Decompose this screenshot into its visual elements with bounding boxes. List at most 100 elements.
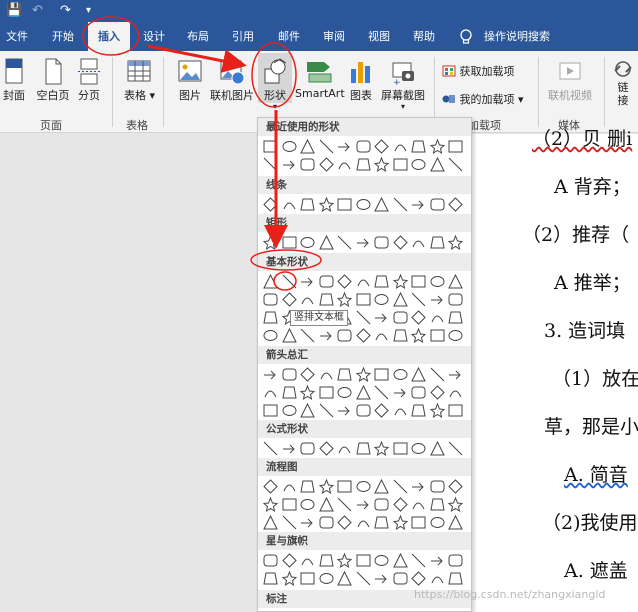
shape-option-icon[interactable]: [447, 291, 464, 308]
shape-option-icon[interactable]: [429, 291, 446, 308]
shape-option-icon[interactable]: [262, 366, 279, 383]
shape-option-icon[interactable]: [262, 440, 279, 457]
shape-option-icon[interactable]: [299, 402, 316, 419]
shape-option-icon[interactable]: [410, 552, 427, 569]
shape-option-icon[interactable]: [281, 291, 298, 308]
shape-option-icon[interactable]: [429, 309, 446, 326]
shape-option-icon[interactable]: [392, 309, 409, 326]
shape-option-icon[interactable]: [410, 138, 427, 155]
shape-option-icon[interactable]: [429, 327, 446, 344]
tab-review[interactable]: 审阅: [323, 22, 345, 51]
shape-option-icon[interactable]: [410, 309, 427, 326]
shape-option-icon[interactable]: [392, 570, 409, 587]
shape-option-icon[interactable]: [336, 552, 353, 569]
shape-option-icon[interactable]: [392, 366, 409, 383]
shape-option-icon[interactable]: [318, 138, 335, 155]
shape-option-icon[interactable]: [429, 440, 446, 457]
shape-option-icon[interactable]: [392, 234, 409, 251]
shape-option-icon[interactable]: [281, 514, 298, 531]
shape-option-icon[interactable]: [318, 496, 335, 513]
shape-option-icon[interactable]: [336, 156, 353, 173]
shape-option-icon[interactable]: [373, 156, 390, 173]
shape-option-icon[interactable]: [373, 402, 390, 419]
shape-option-icon[interactable]: [336, 138, 353, 155]
tab-help[interactable]: 帮助: [413, 22, 435, 51]
shape-option-icon[interactable]: [429, 570, 446, 587]
tab-layout[interactable]: 布局: [187, 22, 209, 51]
shape-option-icon[interactable]: [262, 496, 279, 513]
shape-option-icon[interactable]: [410, 402, 427, 419]
shape-option-icon[interactable]: [336, 440, 353, 457]
shape-option-icon[interactable]: [410, 291, 427, 308]
shape-option-icon[interactable]: [281, 196, 298, 213]
save-icon[interactable]: 💾: [6, 3, 22, 19]
shape-option-icon[interactable]: [299, 478, 316, 495]
shape-option-icon[interactable]: [447, 309, 464, 326]
shape-option-icon[interactable]: [355, 552, 372, 569]
shape-option-icon[interactable]: [299, 366, 316, 383]
shape-option-icon[interactable]: [281, 478, 298, 495]
shape-option-icon[interactable]: [281, 156, 298, 173]
shape-option-icon[interactable]: [392, 291, 409, 308]
shape-option-icon[interactable]: [373, 291, 390, 308]
shape-option-icon[interactable]: [262, 156, 279, 173]
tab-mailings[interactable]: 邮件: [278, 22, 300, 51]
shape-option-icon[interactable]: [336, 273, 353, 290]
shape-option-icon[interactable]: [373, 384, 390, 401]
links-button[interactable]: 链 接: [610, 57, 636, 107]
shape-option-icon[interactable]: [355, 496, 372, 513]
shape-option-icon[interactable]: [281, 366, 298, 383]
shape-option-icon[interactable]: [392, 514, 409, 531]
shape-option-icon[interactable]: [299, 234, 316, 251]
shape-option-icon[interactable]: [410, 384, 427, 401]
tab-file[interactable]: 文件: [6, 22, 28, 51]
shape-option-icon[interactable]: [299, 440, 316, 457]
table-button[interactable]: 表格 ▾: [124, 57, 155, 103]
shape-option-icon[interactable]: [429, 496, 446, 513]
shape-option-icon[interactable]: [262, 291, 279, 308]
shape-option-icon[interactable]: [373, 138, 390, 155]
shape-option-icon[interactable]: [262, 402, 279, 419]
shape-option-icon[interactable]: [318, 570, 335, 587]
shape-option-icon[interactable]: [262, 234, 279, 251]
shape-option-icon[interactable]: [429, 234, 446, 251]
shape-option-icon[interactable]: [262, 138, 279, 155]
shape-option-icon[interactable]: [447, 514, 464, 531]
shape-option-icon[interactable]: [447, 552, 464, 569]
shape-option-icon[interactable]: [281, 234, 298, 251]
shape-option-icon[interactable]: [355, 273, 372, 290]
smartart-button[interactable]: SmartArt: [295, 57, 345, 100]
shape-option-icon[interactable]: [447, 273, 464, 290]
shape-option-icon[interactable]: [336, 291, 353, 308]
shape-option-icon[interactable]: [392, 552, 409, 569]
shape-option-icon[interactable]: [447, 440, 464, 457]
screenshot-button[interactable]: + 屏幕截图 ▾: [380, 57, 426, 111]
shape-option-icon[interactable]: [336, 384, 353, 401]
shape-option-icon[interactable]: [355, 309, 372, 326]
picture-button[interactable]: 图片: [175, 57, 205, 103]
shape-option-icon[interactable]: [281, 552, 298, 569]
shape-option-icon[interactable]: [281, 327, 298, 344]
shape-option-icon[interactable]: [355, 366, 372, 383]
shape-option-icon[interactable]: [281, 273, 298, 290]
shape-option-icon[interactable]: [355, 514, 372, 531]
shape-option-icon[interactable]: [355, 138, 372, 155]
shape-option-icon[interactable]: [336, 234, 353, 251]
shape-option-icon[interactable]: [447, 496, 464, 513]
redo-icon[interactable]: ↷: [60, 3, 71, 19]
shape-option-icon[interactable]: [392, 496, 409, 513]
shape-option-icon[interactable]: [429, 478, 446, 495]
shape-option-icon[interactable]: [429, 156, 446, 173]
shape-option-icon[interactable]: [336, 570, 353, 587]
online-video-button[interactable]: 联机视频: [544, 57, 596, 103]
shape-option-icon[interactable]: [318, 552, 335, 569]
shape-option-icon[interactable]: [392, 327, 409, 344]
shape-option-icon[interactable]: [447, 196, 464, 213]
shape-option-icon[interactable]: [410, 440, 427, 457]
shape-option-icon[interactable]: [281, 384, 298, 401]
shape-option-icon[interactable]: [299, 138, 316, 155]
shape-option-icon[interactable]: [299, 291, 316, 308]
shape-option-icon[interactable]: [318, 384, 335, 401]
shape-option-icon[interactable]: [262, 552, 279, 569]
shape-option-icon[interactable]: [299, 514, 316, 531]
